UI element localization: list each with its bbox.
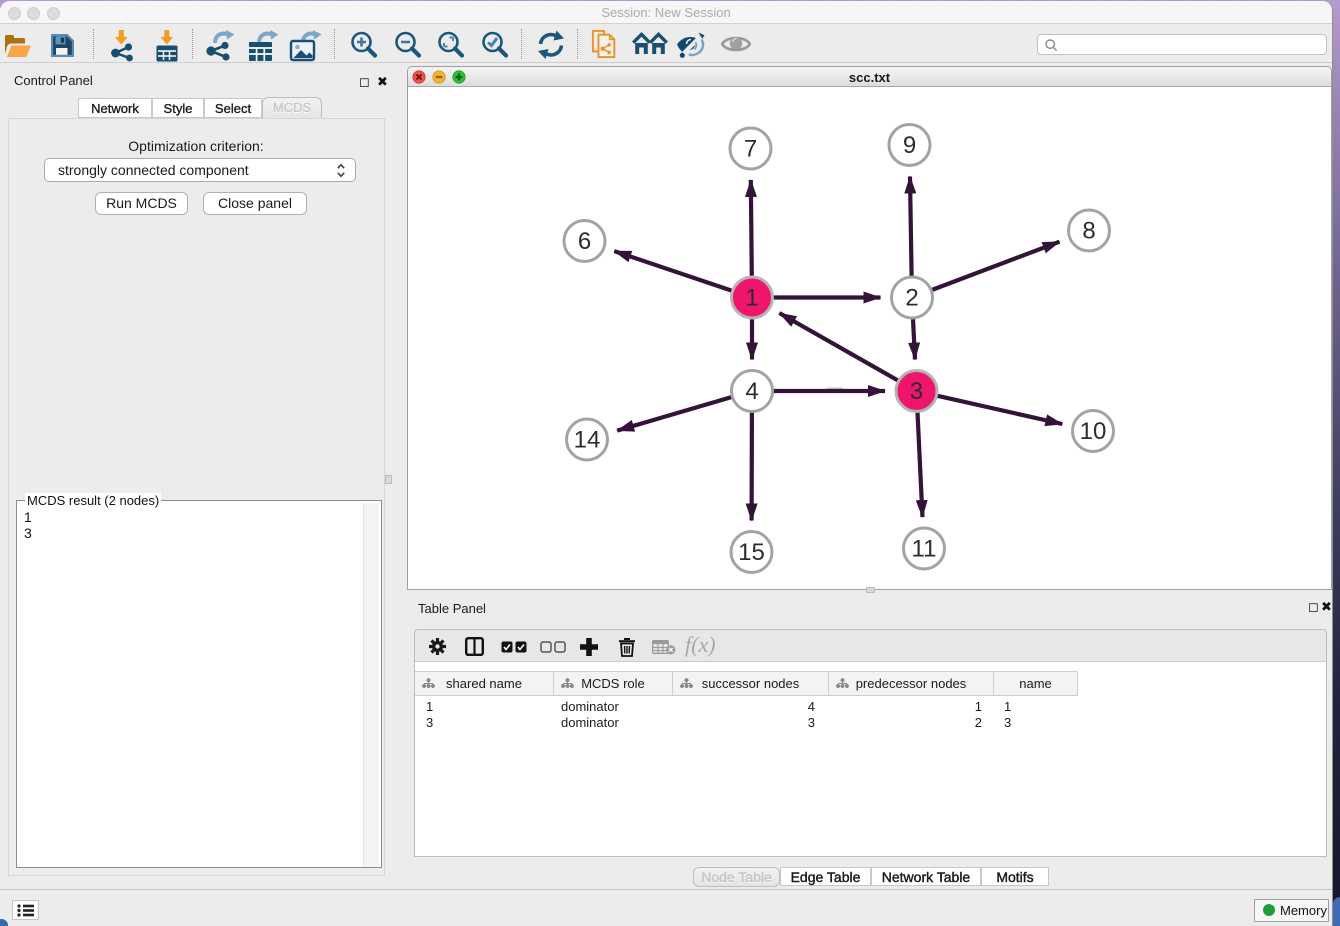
svg-text:15: 15 bbox=[738, 539, 765, 566]
svg-text:14: 14 bbox=[574, 427, 601, 454]
svg-text:6: 6 bbox=[578, 228, 591, 255]
svg-text:11: 11 bbox=[912, 536, 937, 563]
svg-text:3: 3 bbox=[910, 378, 923, 405]
svg-text:10: 10 bbox=[1080, 418, 1107, 445]
svg-text:7: 7 bbox=[744, 136, 757, 163]
svg-text:1: 1 bbox=[745, 285, 758, 312]
svg-text:9: 9 bbox=[903, 132, 916, 159]
svg-text:4: 4 bbox=[745, 378, 758, 405]
svg-text:2: 2 bbox=[905, 285, 918, 312]
svg-text:8: 8 bbox=[1082, 218, 1095, 245]
